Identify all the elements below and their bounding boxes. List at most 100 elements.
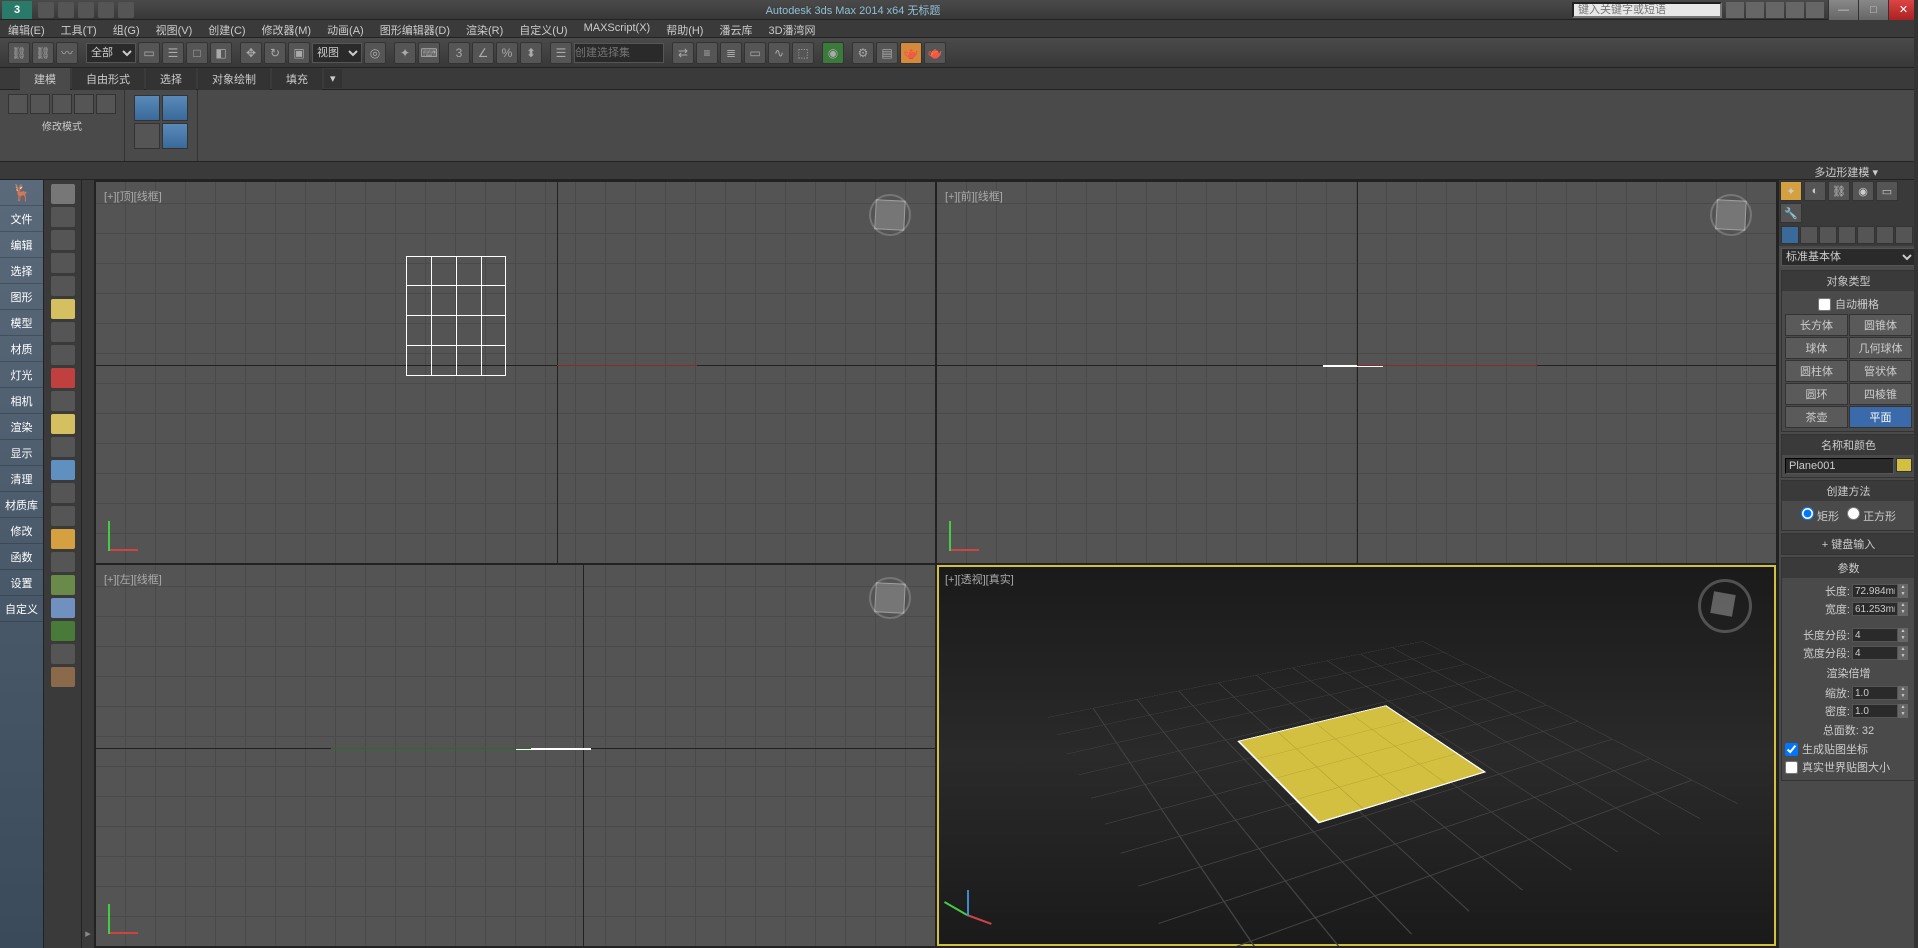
tab-freeform[interactable]: 自由形式 [72, 68, 144, 90]
method-square-radio[interactable]: 正方形 [1847, 507, 1896, 524]
vertex-icon[interactable] [8, 94, 28, 114]
scale-icon[interactable]: ▣ [288, 42, 310, 64]
users-icon[interactable] [51, 368, 75, 388]
ball-icon[interactable] [51, 460, 75, 480]
app-logo-icon[interactable]: 3 [2, 1, 32, 19]
menu-maxscript[interactable]: MAXScript(X) [576, 20, 659, 37]
rectregion-icon[interactable]: □ [186, 42, 208, 64]
systems-icon[interactable] [1895, 226, 1913, 244]
layers-icon[interactable]: ≣ [720, 42, 742, 64]
leftpanel-display[interactable]: 显示 [0, 440, 43, 466]
windowcrossing-icon[interactable]: ◧ [210, 42, 232, 64]
unlink-icon[interactable]: ⛓ [32, 42, 54, 64]
help-icon[interactable] [1806, 2, 1824, 18]
rollout-header-keyboard[interactable]: + 键盘输入 [1782, 534, 1915, 554]
element-icon[interactable] [96, 94, 116, 114]
polygon-modeling-dropdown[interactable]: 多边形建模 ▾ [0, 162, 1918, 180]
density-spinner[interactable]: ▲▼ [1898, 704, 1908, 718]
pivotcenter-icon[interactable]: ◎ [364, 42, 386, 64]
sphere-button[interactable]: 球体 [1785, 337, 1848, 359]
curveeditor-icon[interactable]: ∿ [768, 42, 790, 64]
object-name-input[interactable] [1785, 458, 1894, 474]
leftpanel-shapes[interactable]: 图形 [0, 284, 43, 310]
viewport-front-label[interactable]: [+][前][线框] [945, 188, 1003, 204]
refcoord-dropdown[interactable]: 视图 [312, 43, 362, 63]
qat-redo-icon[interactable] [118, 2, 134, 18]
renderframe-icon[interactable]: ▤ [876, 42, 898, 64]
rollout-header-objtype[interactable]: 对象类型 [1782, 271, 1915, 291]
cone-button[interactable]: 圆锥体 [1849, 314, 1912, 336]
leftpanel-camera[interactable]: 相机 [0, 388, 43, 414]
spacewarps-icon[interactable] [1876, 226, 1894, 244]
density-input[interactable] [1852, 704, 1898, 718]
menu-create[interactable]: 创建(C) [200, 20, 253, 37]
viewcube-top[interactable] [865, 190, 915, 240]
swiftloop-icon[interactable] [134, 95, 160, 121]
torus-button[interactable]: 圆环 [1785, 383, 1848, 405]
lengthsegs-input[interactable] [1852, 628, 1898, 642]
dome-icon[interactable] [51, 437, 75, 457]
motion-tab-icon[interactable]: ◉ [1852, 181, 1874, 201]
viewport-front[interactable]: [+][前][线框] [937, 182, 1776, 563]
lights-icon[interactable] [1819, 226, 1837, 244]
selectbyname-icon[interactable]: ☰ [162, 42, 184, 64]
search-icon[interactable] [1726, 2, 1744, 18]
box-button[interactable]: 长方体 [1785, 314, 1848, 336]
grid-icon[interactable] [51, 230, 75, 250]
selectmanip-icon[interactable]: ✦ [394, 42, 416, 64]
hierarchy-tab-icon[interactable]: ⛓ [1828, 181, 1850, 201]
edge-icon[interactable] [30, 94, 50, 114]
realworld-checkbox[interactable] [1785, 761, 1798, 774]
tab-populate[interactable]: 填充 [272, 68, 322, 90]
tab-objectpaint[interactable]: 对象绘制 [198, 68, 270, 90]
menu-panwan[interactable]: 3D潘湾网 [760, 20, 823, 37]
square-icon[interactable] [51, 414, 75, 434]
light-icon[interactable] [51, 299, 75, 319]
object-color-swatch[interactable] [1896, 458, 1912, 472]
viewcube-front[interactable] [1706, 190, 1756, 240]
select-icon[interactable]: ▭ [138, 42, 160, 64]
viewport-left[interactable]: [+][左][线框] [96, 565, 935, 946]
cloud-icon[interactable] [51, 598, 75, 618]
link2-icon[interactable] [51, 276, 75, 296]
pyramid-button[interactable]: 四棱锥 [1849, 383, 1912, 405]
link-icon[interactable]: ⛓ [8, 42, 30, 64]
leaf-icon[interactable] [51, 575, 75, 595]
shapes-icon[interactable] [1800, 226, 1818, 244]
editnamedsel-icon[interactable]: ☰ [550, 42, 572, 64]
leftpanel-functions[interactable]: 函数 [0, 544, 43, 570]
schematic-icon[interactable]: ⬚ [792, 42, 814, 64]
leftpanel-model[interactable]: 模型 [0, 310, 43, 336]
bind-spacewarp-icon[interactable]: 〰 [56, 42, 78, 64]
favorite-icon[interactable] [1786, 2, 1804, 18]
teapot-button[interactable]: 茶壶 [1785, 406, 1848, 428]
command-panel-scrollbar[interactable] [1914, 180, 1918, 948]
qat-new-icon[interactable] [38, 2, 54, 18]
subscription-icon[interactable] [1746, 2, 1764, 18]
viewport-perspective[interactable]: [+][透视][真实] [937, 565, 1776, 946]
lengthsegs-spinner[interactable]: ▲▼ [1898, 628, 1908, 642]
viewport-top[interactable]: [+][顶][线框] [96, 182, 935, 563]
maximize-button[interactable]: □ [1858, 0, 1888, 20]
cylinder-button[interactable]: 圆柱体 [1785, 360, 1848, 382]
modify-tab-icon[interactable]: ◐ [1804, 181, 1826, 201]
percent-snap-icon[interactable]: % [496, 42, 518, 64]
leftpanel-settings[interactable]: 设置 [0, 570, 43, 596]
rotate-icon[interactable]: ↻ [264, 42, 286, 64]
plane-button[interactable]: 平面 [1849, 406, 1912, 428]
rollout-header-params[interactable]: 参数 [1782, 558, 1915, 578]
cone-icon[interactable] [51, 506, 75, 526]
toggleribbon-icon[interactable]: ▭ [744, 42, 766, 64]
move-icon[interactable]: ✥ [240, 42, 262, 64]
leftpanel-edit[interactable]: 编辑 [0, 232, 43, 258]
exchange-icon[interactable] [1766, 2, 1784, 18]
sun-icon[interactable] [51, 529, 75, 549]
qat-open-icon[interactable] [58, 2, 74, 18]
leftpanel-select[interactable]: 选择 [0, 258, 43, 284]
viewport-top-label[interactable]: [+][顶][线框] [104, 188, 162, 204]
qat-undo-icon[interactable] [98, 2, 114, 18]
spinner-snap-icon[interactable]: ⬍ [520, 42, 542, 64]
scale-spinner[interactable]: ▲▼ [1898, 686, 1908, 700]
fx-icon[interactable] [51, 552, 75, 572]
utilities-tab-icon[interactable]: 🔧 [1780, 203, 1802, 223]
